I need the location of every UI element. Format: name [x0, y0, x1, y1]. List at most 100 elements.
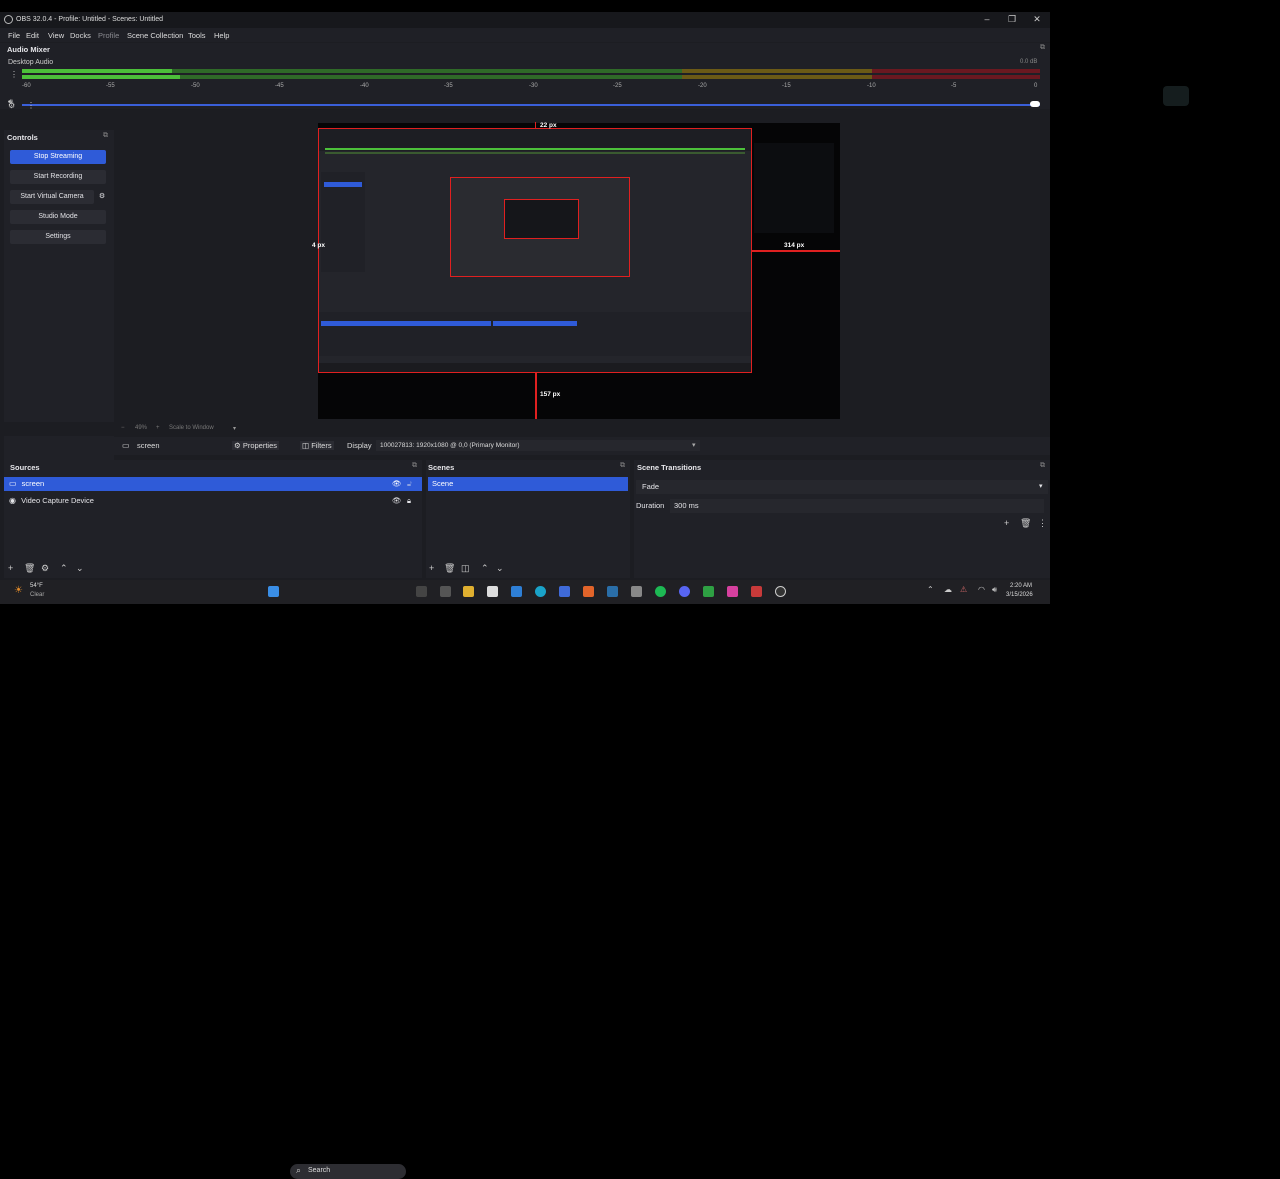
instagram-icon[interactable] [727, 586, 738, 597]
screen-capture-source[interactable] [318, 128, 752, 373]
task-view-icon[interactable] [416, 586, 427, 597]
scene-item[interactable]: Scene [428, 477, 628, 491]
mixer-menu-icon[interactable]: ⋮ [27, 101, 35, 110]
monitor-icon: ▭ [122, 441, 130, 450]
app-icon[interactable] [559, 586, 570, 597]
eye-icon[interactable]: 👁︎ [392, 494, 402, 508]
file-explorer-icon[interactable] [463, 586, 474, 597]
studio-mode-button[interactable]: Studio Mode [10, 210, 106, 224]
zoom-out-icon[interactable]: − [121, 425, 125, 431]
scene-filters-icon[interactable]: ◫ [461, 563, 470, 574]
add-source-icon[interactable]: + [8, 563, 13, 573]
display-label: Display [347, 441, 372, 450]
minimize-icon[interactable]: – [981, 14, 993, 24]
widgets-icon[interactable] [440, 586, 451, 597]
menu-view[interactable]: View [48, 31, 64, 40]
lock-icon[interactable]: 🔒︎ [407, 494, 411, 508]
app-icon[interactable] [751, 586, 762, 597]
close-icon[interactable]: ✕ [1031, 14, 1043, 25]
clock-time[interactable]: 2:20 AM [1010, 583, 1032, 589]
unlock-icon[interactable]: 🔓︎ [407, 477, 412, 491]
display-select[interactable]: 100027813: 1920x1080 @ 0,0 (Primary Moni… [376, 440, 700, 451]
maximize-icon[interactable]: ❐ [1006, 14, 1018, 25]
chevron-up-icon[interactable]: ⌃ [927, 585, 934, 594]
volume-icon[interactable]: 🔊︎ [992, 585, 997, 595]
sources-dock: Sources ⧉ ▭ screen 👁︎ 🔓︎ ◉ Video Capture… [4, 460, 422, 578]
weather-icon[interactable]: ☀ [14, 585, 23, 596]
scale-mode[interactable]: Scale to Window [169, 425, 214, 431]
move-down-icon[interactable]: ⌄ [496, 563, 504, 574]
dock-float-icon[interactable]: ⧉ [1040, 44, 1045, 52]
source-label: Video Capture Device [21, 496, 94, 505]
eye-icon[interactable]: 👁︎ [392, 477, 402, 491]
dock-float-icon[interactable]: ⧉ [412, 462, 417, 470]
volume-meter-left [22, 69, 1040, 73]
cloud-icon[interactable]: ☁ [944, 585, 952, 594]
store-icon[interactable] [487, 586, 498, 597]
menu-help[interactable]: Help [214, 31, 229, 40]
tray-app-icon[interactable]: ⚠ [960, 585, 967, 594]
menu-docks[interactable]: Docks [70, 31, 91, 40]
discord-icon[interactable] [679, 586, 690, 597]
weather-temp: 54°F [30, 583, 43, 589]
meter-tick: -50 [191, 83, 200, 89]
filters-button[interactable]: ◫ Filters [300, 441, 334, 450]
volume-slider[interactable] [22, 104, 1040, 106]
menu-profile[interactable]: Profile [98, 31, 119, 40]
add-transition-icon[interactable]: + [1004, 518, 1009, 528]
menu-tools[interactable]: Tools [188, 31, 206, 40]
transition-select[interactable]: Fade ▾ [636, 480, 1048, 494]
menu-edit[interactable]: Edit [26, 31, 39, 40]
source-item-video-capture[interactable]: ◉ Video Capture Device 👁︎ 🔒︎ [4, 494, 422, 508]
filter-icon: ◫ [302, 441, 310, 450]
edge-icon[interactable] [535, 586, 546, 597]
spotify-icon[interactable] [655, 586, 666, 597]
menu-scene-collection[interactable]: Scene Collection [127, 31, 183, 40]
start-recording-button[interactable]: Start Recording [10, 170, 106, 184]
move-up-icon[interactable]: ⌃ [481, 563, 489, 574]
remove-transition-icon[interactable]: 🗑︎ [1020, 518, 1031, 529]
zoom-in-icon[interactable]: + [156, 425, 160, 431]
controls-dock: Controls ⧉ Stop Streaming Start Recordin… [4, 130, 114, 464]
stop-streaming-button[interactable]: Stop Streaming [10, 150, 106, 164]
obs-taskbar-icon[interactable] [775, 586, 786, 597]
dock-float-icon[interactable]: ⧉ [103, 132, 108, 140]
meter-options-icon[interactable]: ⋮ [10, 70, 18, 79]
monitor-icon: ▭ [9, 479, 17, 488]
source-item-screen[interactable]: ▭ screen 👁︎ 🔓︎ [4, 477, 422, 491]
sources-title: Sources [10, 463, 40, 472]
wifi-icon[interactable]: ◠ [978, 585, 985, 594]
meter-tick: 0 [1034, 83, 1038, 89]
mixer-settings-icon[interactable]: ⚙ [8, 101, 15, 110]
windows-start-icon[interactable] [268, 586, 279, 597]
add-scene-icon[interactable]: + [429, 563, 434, 573]
menu-file[interactable]: File [8, 31, 20, 40]
move-up-icon[interactable]: ⌃ [60, 563, 68, 574]
app-icon[interactable] [631, 586, 642, 597]
transition-menu-icon[interactable]: ⋮ [1038, 518, 1047, 529]
dock-float-icon[interactable]: ⧉ [1040, 462, 1045, 470]
scale-dropdown-icon[interactable]: ▾ [233, 425, 236, 432]
volume-meter-right [22, 75, 1040, 79]
duration-stepper[interactable]: 300 ms [670, 499, 1044, 513]
remove-source-icon[interactable]: 🗑︎ [24, 563, 35, 574]
mail-icon[interactable] [511, 586, 522, 597]
dock-float-icon[interactable]: ⧉ [620, 462, 625, 470]
properties-button[interactable]: ⚙ Properties [232, 441, 280, 450]
chevron-down-icon[interactable]: ▾ [692, 441, 696, 449]
volume-slider-handle[interactable] [1030, 101, 1040, 107]
app-icon[interactable] [583, 586, 594, 597]
meter-tick: -35 [444, 83, 453, 89]
start-virtual-camera-button[interactable]: Start Virtual Camera [10, 190, 94, 204]
virtual-camera-settings-icon[interactable]: ⚙ [96, 190, 108, 204]
clock-date[interactable]: 3/15/2026 [1006, 592, 1033, 598]
guide-top [535, 122, 536, 129]
xbox-icon[interactable] [703, 586, 714, 597]
taskbar-search[interactable]: ⌕ Search [290, 1164, 406, 1179]
steam-icon[interactable] [607, 586, 618, 597]
source-properties-icon[interactable]: ⚙ [41, 563, 49, 574]
remove-scene-icon[interactable]: 🗑︎ [444, 563, 455, 574]
settings-button[interactable]: Settings [10, 230, 106, 244]
meter-scale: -60 -55 -50 -45 -40 -35 -30 -25 -20 -15 … [22, 83, 1040, 93]
move-down-icon[interactable]: ⌄ [76, 563, 84, 574]
